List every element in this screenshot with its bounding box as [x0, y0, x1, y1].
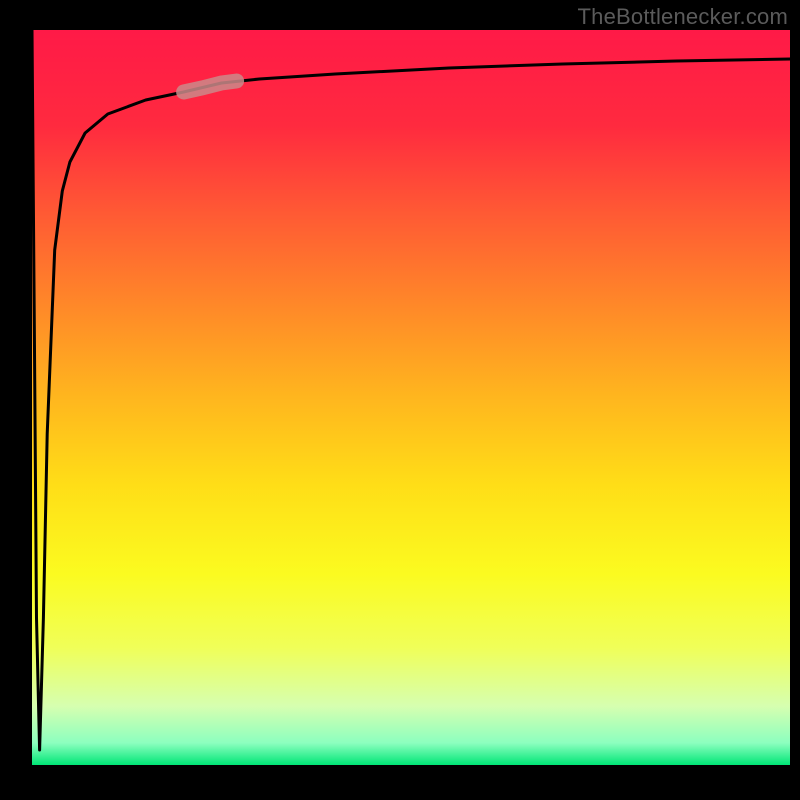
- chart-svg: [0, 0, 800, 800]
- plot-area: [32, 30, 790, 765]
- plot-background: [32, 30, 790, 765]
- chart-container: TheBottlenecker.com: [0, 0, 800, 800]
- watermark-text: TheBottlenecker.com: [578, 4, 788, 30]
